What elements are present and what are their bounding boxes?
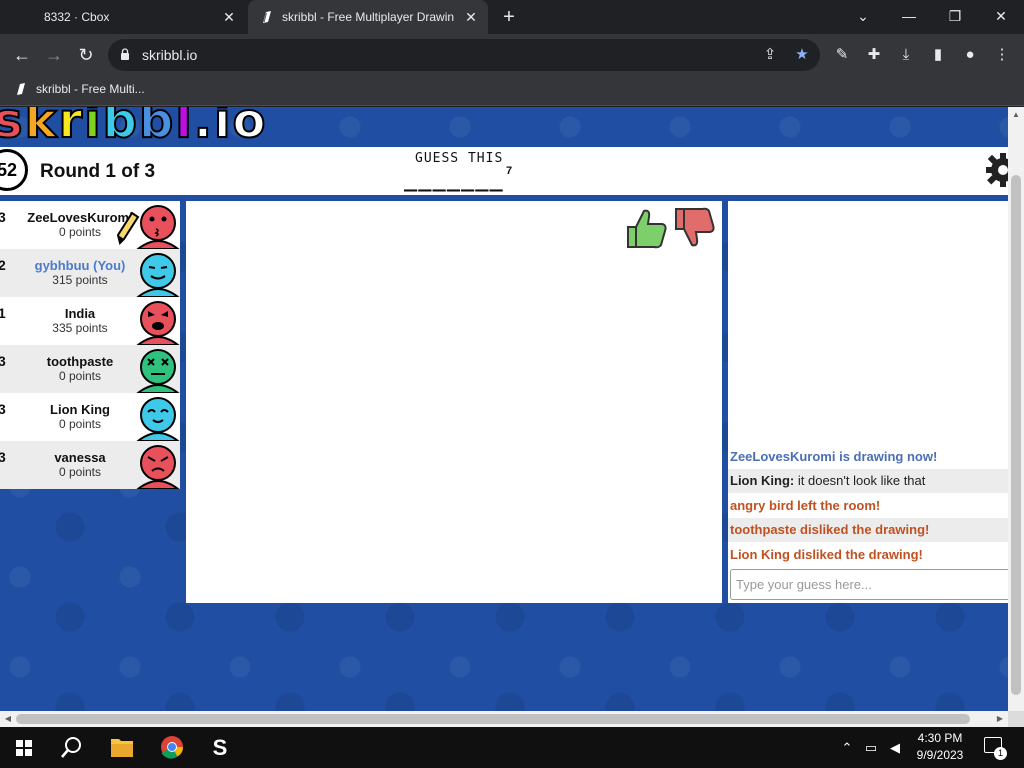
profile-avatar-icon[interactable]: ●: [960, 45, 980, 65]
player-avatar: [136, 205, 180, 249]
chat-message: Lion King disliked the drawing!: [730, 547, 923, 562]
file-explorer-icon[interactable]: [98, 727, 146, 768]
new-tab-plus-icon[interactable]: +: [498, 6, 520, 28]
tab-skribbl[interactable]: skribbl - Free Multiplayer Drawin ✕: [248, 0, 488, 34]
player-row[interactable]: 2 gybhbuu (You) 315 points: [0, 249, 180, 297]
close-icon[interactable]: ✕: [220, 8, 238, 26]
player-avatar: [136, 445, 180, 489]
volume-muted-icon[interactable]: ◀: [886, 739, 904, 757]
skribbl-extension-icon[interactable]: ✎: [832, 45, 852, 65]
lock-icon: [121, 48, 129, 60]
round-label: Round 1 of 3: [40, 161, 156, 182]
minimize-icon[interactable]: —: [886, 0, 932, 32]
chat-text: it doesn't look like that: [794, 473, 926, 488]
tray-chevron-up-icon[interactable]: ⌃: [838, 739, 856, 757]
horizontal-scroll-thumb[interactable]: [16, 714, 970, 724]
player-list: 3 ZeeLovesKuromi 0 points 2 gybhbuu (You…: [0, 201, 180, 489]
settings-gear-icon[interactable]: [984, 151, 1008, 189]
search-icon[interactable]: [48, 727, 96, 768]
chat-panel: ZeeLovesKuromi is drawing now! Lion King…: [728, 201, 1008, 603]
scroll-up-arrow-icon[interactable]: ▲: [1008, 107, 1024, 123]
word-hint: _______: [404, 167, 504, 192]
close-icon[interactable]: ✕: [462, 8, 480, 26]
guess-input[interactable]: [730, 569, 1008, 600]
guess-label: GUESS THIS: [415, 151, 504, 166]
chat-message: ZeeLovesKuromi is drawing now!: [730, 449, 938, 464]
forward-arrow-icon[interactable]: →: [42, 43, 66, 67]
timer-value: 52: [0, 160, 18, 180]
player-avatar: [136, 397, 180, 441]
player-row[interactable]: 3 Lion King 0 points: [0, 393, 180, 441]
word-length: 7: [506, 165, 513, 177]
notification-count: 1: [994, 747, 1007, 760]
svg-text:S: S: [213, 735, 228, 760]
player-avatar: [136, 349, 180, 393]
extensions-puzzle-icon[interactable]: ✚: [864, 45, 884, 65]
restore-icon[interactable]: ❐: [932, 0, 978, 32]
bookmark-skribbl[interactable]: skribbl - Free Multi...: [14, 82, 145, 96]
chat-message: toothpaste disliked the drawing!: [728, 518, 1008, 542]
page-viewport: skribbl.io 52 Round 1 of 3 GUESS THIS __…: [0, 107, 1008, 711]
more-menu-icon[interactable]: ⋮: [992, 45, 1012, 65]
bookmark-label: skribbl - Free Multi...: [36, 82, 145, 96]
player-avatar: [136, 301, 180, 345]
tab-strip: 8332 · Cbox ✕ skribbl - Free Multiplayer…: [0, 0, 1024, 34]
tab-cbox[interactable]: 8332 · Cbox ✕: [0, 0, 246, 34]
horizontal-scrollbar[interactable]: ◀ ▶: [0, 711, 1008, 727]
tab-title: skribbl - Free Multiplayer Drawin: [282, 10, 455, 24]
tab-search-chevron-icon[interactable]: ⌄: [840, 0, 886, 32]
windows-start-icon[interactable]: [0, 727, 48, 768]
windows-taskbar: S ⌃ ▭ ◀ 4:30 PM 9/9/2023 1: [0, 727, 1024, 768]
back-arrow-icon[interactable]: ←: [10, 43, 34, 67]
vertical-scrollbar[interactable]: ▲: [1008, 107, 1024, 711]
share-icon[interactable]: ⇪: [760, 45, 780, 65]
game-header: 52 Round 1 of 3 GUESS THIS _______ 7: [0, 147, 1008, 195]
player-row[interactable]: 1 India 335 points: [0, 297, 180, 345]
skribbl-favicon-icon: [263, 11, 271, 23]
vertical-scroll-thumb[interactable]: [1011, 175, 1021, 695]
player-row[interactable]: 3 toothpaste 0 points: [0, 345, 180, 393]
network-icon[interactable]: ▭: [862, 739, 880, 757]
chat-message: Lion King: it doesn't look like that: [728, 469, 1008, 493]
app-s-icon[interactable]: S: [196, 727, 244, 768]
thumbs-up-icon[interactable]: [624, 205, 670, 251]
url-text: skribbl.io: [142, 47, 198, 63]
bookmark-star-icon[interactable]: ★: [792, 45, 812, 65]
browser-toolbar: ← → ↻ skribbl.io ⇪ ★ ✎ ✚ ⤓ ▮ ● ⋮: [0, 34, 1024, 76]
scroll-left-arrow-icon[interactable]: ◀: [0, 711, 16, 727]
reload-icon[interactable]: ↻: [74, 43, 98, 67]
taskbar-date[interactable]: 9/9/2023: [914, 748, 966, 762]
close-window-icon[interactable]: ✕: [978, 0, 1024, 32]
scrollbar-corner: [1008, 711, 1024, 727]
skribbl-logo: skribbl.io: [0, 107, 268, 150]
player-row[interactable]: 3 vanessa 0 points: [0, 441, 180, 489]
bookmarks-bar: skribbl - Free Multi...: [0, 76, 1024, 106]
player-avatar: [136, 253, 180, 297]
taskbar-time[interactable]: 4:30 PM: [914, 731, 966, 745]
side-panel-icon[interactable]: ▮: [928, 45, 948, 65]
chrome-icon[interactable]: [148, 727, 196, 768]
chat-author: Lion King:: [730, 473, 795, 488]
scroll-right-arrow-icon[interactable]: ▶: [992, 711, 1008, 727]
tab-title: 8332 · Cbox: [44, 10, 110, 24]
skribbl-favicon-icon: [17, 83, 25, 95]
drawing-canvas[interactable]: [186, 201, 722, 603]
thumbs-down-icon[interactable]: [672, 205, 718, 251]
player-row[interactable]: 3 ZeeLovesKuromi 0 points: [0, 201, 180, 249]
timer-alarm-icon: 52: [0, 149, 28, 191]
download-icon[interactable]: ⤓: [896, 45, 916, 65]
notifications-icon[interactable]: 1: [984, 737, 1007, 760]
chat-message: angry bird left the room!: [730, 498, 881, 513]
address-bar[interactable]: skribbl.io ⇪ ★: [108, 39, 820, 71]
